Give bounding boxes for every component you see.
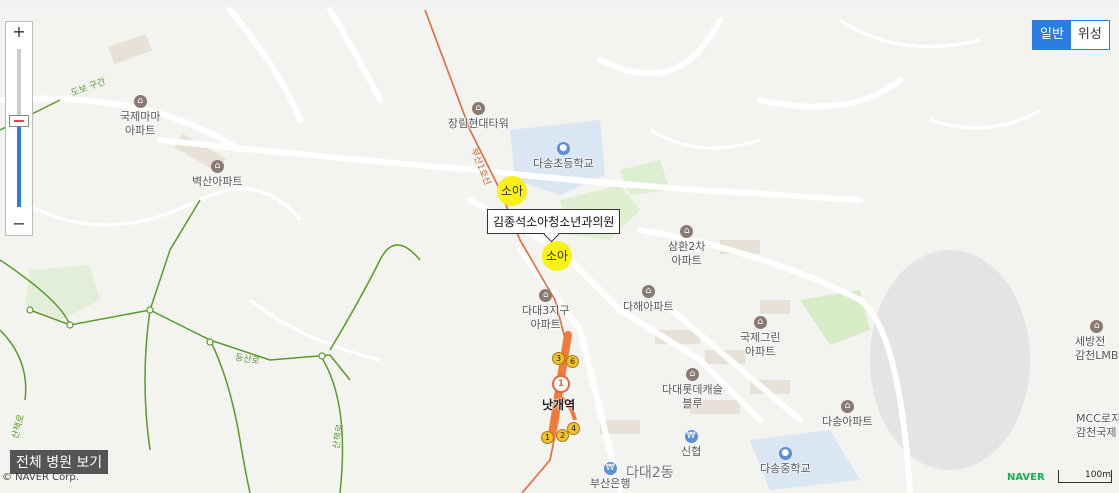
poi-sebang[interactable]: ⌂ 세방전 감천LMB	[1075, 320, 1118, 363]
apartment-icon: ⌂	[680, 225, 694, 238]
zoom-out-button[interactable]: −	[6, 214, 32, 234]
apartment-icon: ⌂	[685, 368, 699, 381]
place-icon: ⌂	[1090, 320, 1104, 333]
station-label[interactable]: 낫개역	[542, 396, 575, 413]
poi-label: 다송초등학교	[533, 157, 594, 170]
zoom-slider-thumb[interactable]	[9, 115, 29, 128]
poi-dahae-apt[interactable]: ⌂ 다해아파트	[623, 285, 674, 314]
station-exit[interactable]: 2	[556, 429, 569, 442]
poi-label: 장림현대타워	[448, 117, 509, 130]
apartment-icon: ⌂	[539, 289, 553, 302]
poi-dadae-3jigu-apt[interactable]: ⌂ 다대3지구 아파트	[522, 289, 569, 332]
poi-label: 부산은행	[590, 477, 631, 490]
poi-label: 삼환2차 아파트	[668, 240, 706, 267]
map-credit: © NAVER Corp.	[2, 472, 79, 483]
station-exit[interactable]: 1	[541, 431, 554, 444]
poi-byeoksan-apt[interactable]: ⌂ 벽산아파트	[192, 160, 243, 189]
poi-dasong-elementary[interactable]: ● 다송초등학교	[533, 142, 594, 171]
poi-sinhyeop[interactable]: ₩ 신협	[681, 430, 701, 459]
poi-label: 세방전 감천LMB	[1075, 335, 1119, 362]
apartment-icon: ⌂	[471, 102, 485, 115]
poi-dadae-lotte-castle[interactable]: ⌂ 다대롯데캐슬 블루	[662, 368, 723, 411]
zoom-control: + −	[5, 21, 33, 236]
zoom-fill	[17, 120, 21, 207]
poi-label: 다해아파트	[623, 300, 674, 313]
map-type-toggle: 일반 위성	[1032, 20, 1110, 50]
map-type-normal-button[interactable]: 일반	[1033, 21, 1071, 49]
poi-label: 벽산아파트	[192, 175, 243, 188]
poi-mcc[interactable]: MCC로지 감천국제	[1076, 412, 1119, 440]
poi-label: MCC로지 감천국제	[1076, 412, 1119, 439]
poi-dasong-apt[interactable]: ⌂ 다송아파트	[822, 400, 873, 429]
show-all-hospitals-button[interactable]: 전체 병원 보기	[10, 450, 109, 474]
poi-janglim-hyundai-tower[interactable]: ⌂ 장림현대타워	[448, 102, 509, 131]
poi-gukje-green-apt[interactable]: ⌂ 국제그린 아파트	[740, 316, 780, 359]
apartment-icon: ⌂	[753, 316, 767, 329]
poi-label: 다대3지구 아파트	[522, 304, 570, 331]
poi-busan-bank[interactable]: ₩ 부산은행	[590, 462, 630, 491]
apartment-icon: ⌂	[840, 400, 854, 413]
apartment-icon: ⌂	[210, 160, 224, 173]
school-icon: ●	[778, 447, 792, 460]
clinic-marker[interactable]: 소아	[497, 176, 527, 206]
metro-station-icon[interactable]: 1	[552, 375, 570, 393]
poi-label: 다대롯데캐슬 블루	[662, 383, 723, 410]
zoom-in-button[interactable]: +	[6, 22, 32, 42]
station-exit[interactable]: 4	[567, 422, 580, 435]
clinic-marker[interactable]: 소아	[542, 241, 572, 271]
poi-label: 신협	[681, 445, 702, 458]
station-exit[interactable]: 3	[552, 352, 565, 365]
poi-label: 국제마마 아파트	[120, 110, 161, 137]
school-icon: ●	[556, 142, 570, 155]
poi-label: 다송중학교	[760, 462, 811, 475]
district-label: 다대2동	[626, 465, 674, 481]
apartment-icon: ⌂	[133, 95, 147, 108]
scale-bar: 100m	[1058, 470, 1112, 483]
poi-gukje-mama-apt[interactable]: ⌂ 국제마마 아파트	[120, 95, 160, 138]
map-type-satellite-button[interactable]: 위성	[1071, 21, 1109, 49]
station-exit[interactable]: 6	[566, 355, 579, 368]
poi-label: 다송아파트	[822, 415, 873, 428]
poi-label: 국제그린 아파트	[740, 331, 781, 358]
naver-logo[interactable]: NAVER	[1007, 472, 1045, 483]
poi-samhwan-2cha-apt[interactable]: ⌂ 삼환2차 아파트	[668, 225, 705, 268]
bank-icon: ₩	[684, 430, 698, 443]
poi-dasong-middle[interactable]: ● 다송중학교	[760, 447, 811, 476]
apartment-icon: ⌂	[641, 285, 655, 298]
bank-icon: ₩	[603, 462, 617, 475]
clinic-tooltip[interactable]: 김종석소아청소년과의원	[487, 209, 621, 234]
map-canvas[interactable]: ⌂ 국제마마 아파트 ⌂ 벽산아파트 ⌂ 장림현대타워 ● 다송초등학교 ⌂ 삼…	[0, 0, 1119, 493]
